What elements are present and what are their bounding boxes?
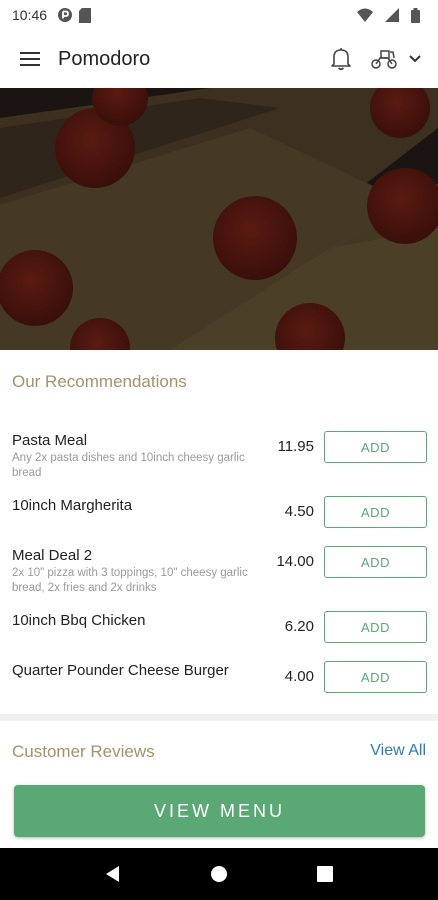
order-mode-selector[interactable] — [370, 48, 422, 70]
recommendations-title: Our Recommendations — [12, 372, 187, 391]
view-menu-button[interactable]: VIEW MENU — [14, 785, 425, 837]
chevron-down-icon — [409, 55, 421, 63]
reviews-title: Customer Reviews — [12, 742, 155, 761]
nav-recents-button[interactable] — [305, 854, 345, 894]
item-price: 6.20 — [284, 618, 314, 635]
item-price: 4.00 — [284, 668, 314, 685]
data-saver-icon — [57, 7, 73, 23]
item-price: 4.50 — [284, 503, 314, 520]
hero-pizza-image — [0, 88, 438, 350]
signal-icon — [385, 8, 399, 22]
status-time: 10:46 — [12, 7, 48, 23]
notifications-button[interactable] — [330, 47, 352, 71]
add-button[interactable]: ADD — [324, 496, 427, 528]
item-name: Quarter Pounder Cheese Burger — [12, 662, 229, 679]
wifi-icon — [357, 8, 373, 22]
item-description: Any 2x pasta dishes and 10inch cheesy ga… — [12, 452, 245, 479]
item-name: Meal Deal 2 — [12, 547, 93, 564]
add-button[interactable]: ADD — [324, 546, 427, 578]
app-title: Pomodoro — [58, 47, 151, 70]
add-button[interactable]: ADD — [324, 431, 427, 463]
recents-icon — [317, 866, 333, 882]
app-bar: Pomodoro — [0, 30, 438, 88]
item-price: 14.00 — [276, 553, 314, 570]
item-description: 2x 10" pizza with 3 toppings, 10" cheesy… — [12, 567, 248, 594]
home-icon — [211, 866, 227, 882]
item-name: 10inch Bbq Chicken — [12, 612, 146, 629]
add-button[interactable]: ADD — [324, 611, 427, 643]
section-divider — [0, 714, 438, 721]
scooter-delivery-icon — [371, 50, 397, 69]
battery-icon — [411, 7, 420, 23]
system-nav-bar — [0, 848, 438, 900]
view-all-reviews-link[interactable]: View All — [370, 742, 426, 760]
bell-icon — [331, 48, 351, 71]
sim-card-icon — [79, 7, 92, 23]
nav-back-button[interactable] — [93, 854, 133, 894]
item-name: Pasta Meal — [12, 432, 88, 449]
status-bar: 10:46 — [0, 0, 438, 30]
item-price: 11.95 — [277, 438, 314, 455]
item-name: 10inch Margherita — [12, 497, 133, 514]
menu-button[interactable] — [16, 45, 44, 73]
menu-icon — [20, 52, 40, 66]
nav-home-button[interactable] — [199, 854, 239, 894]
add-button[interactable]: ADD — [324, 661, 427, 693]
back-icon — [106, 866, 119, 882]
